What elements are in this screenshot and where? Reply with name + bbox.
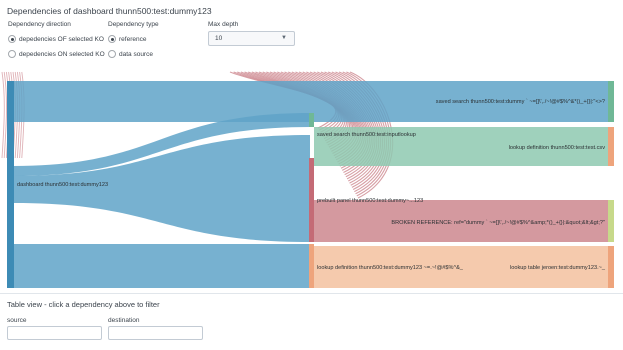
sankey-node-saved-search-mid[interactable] — [309, 113, 314, 127]
radio-unselected-icon[interactable] — [8, 50, 16, 58]
source-filter-input[interactable] — [7, 326, 102, 340]
sankey-label-saved-search-top: saved search thunn500:test:dummy ` ~=[]\… — [436, 99, 605, 105]
chevron-down-icon: ▼ — [281, 35, 287, 41]
sankey-label-lookup-table: lookup table jeroen:test:dummy123.~_ — [510, 265, 606, 271]
destination-filter-input[interactable] — [108, 326, 203, 340]
sankey-link-strand[interactable] — [1, 71, 5, 159]
sankey-link-root-to-lookup-def-dummy[interactable] — [14, 244, 310, 288]
radio-type-reference[interactable]: reference — [108, 35, 146, 43]
section-divider — [0, 293, 623, 294]
radio-label: depedencies OF selected KO — [19, 35, 104, 43]
sankey-node-saved-search-top[interactable] — [608, 81, 614, 122]
destination-label: destination — [108, 317, 140, 324]
max-depth-select[interactable]: 10 ▼ — [208, 31, 295, 46]
sankey-node-root[interactable] — [7, 81, 14, 288]
max-depth-value: 10 — [215, 35, 223, 42]
sankey-label-saved-search-mid: saved search thunn500:test:inputlookup — [317, 132, 416, 138]
radio-unselected-icon[interactable] — [108, 50, 116, 58]
radio-label: data source — [119, 50, 153, 58]
sankey-node-prebuilt-panel[interactable] — [309, 158, 314, 242]
sankey-label-prebuilt-panel: prebuilt panel thunn500:test:dummy~...12… — [317, 198, 423, 204]
sankey-diagram[interactable]: dashboard thunn500:test:dummy123 saved s… — [0, 68, 623, 292]
radio-selected-icon[interactable] — [8, 35, 16, 43]
sankey-label-lookup-def-dummy: lookup definition thunn500:test:dummy123… — [317, 265, 464, 271]
radio-selected-icon[interactable] — [108, 35, 116, 43]
radio-direction-of[interactable]: depedencies OF selected KO — [8, 35, 104, 43]
radio-type-data-source[interactable]: data source — [108, 50, 153, 58]
radio-label: depedencies ON selected KO — [19, 50, 105, 58]
radio-direction-on[interactable]: depedencies ON selected KO — [8, 50, 105, 58]
dep-type-label: Dependency type — [108, 21, 159, 28]
sankey-node-lookup-def-dummy[interactable] — [309, 244, 314, 288]
source-label: source — [7, 317, 27, 324]
sankey-label-root: dashboard thunn500:test:dummy123 — [17, 182, 108, 188]
sankey-node-lookup-def-csv[interactable] — [608, 127, 614, 166]
sankey-label-lookup-def-csv: lookup definition thunn500:test:test.csv — [509, 145, 606, 151]
sankey-link-root-to-prebuilt-panel[interactable] — [14, 135, 310, 242]
direction-label: Dependency direction — [8, 21, 71, 28]
sankey-label-broken-ref: BROKEN REFERENCE: ref="dummy ` ~=[]\',./… — [391, 220, 605, 226]
panel-title: Dependencies of dashboard thunn500:test:… — [7, 6, 212, 16]
table-view-title: Table view - click a dependency above to… — [7, 300, 160, 309]
radio-label: reference — [119, 35, 147, 43]
max-depth-label: Max depth — [208, 21, 239, 28]
sankey-node-lookup-table[interactable] — [608, 246, 614, 288]
sankey-node-broken-ref[interactable] — [608, 200, 614, 242]
